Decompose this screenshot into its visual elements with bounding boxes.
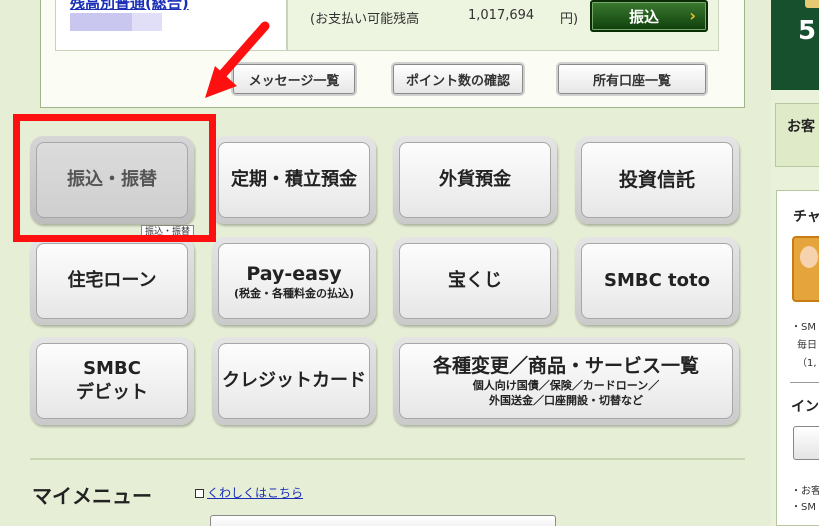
smbc-debit-label-line2: デビット [76, 382, 148, 403]
payeasy-sublabel: (税金・各種料金の払込) [233, 286, 355, 300]
services-list-sub2: 外国送金／口座開設・切替など [489, 394, 643, 407]
time-deposit-label: 定期・積立預金 [218, 142, 370, 218]
payeasy-button[interactable]: Pay-easy (税金・各種料金の払込) [212, 237, 376, 325]
credit-card-label: クレジットカード [218, 343, 370, 419]
mortgage-label: 住宅ローン [36, 243, 188, 319]
time-deposit-button[interactable]: 定期・積立預金 [212, 136, 376, 224]
services-list-button[interactable]: 各種変更／商品・サービス一覧 個人向け国債／保険／カードローン／ 外国送金／口座… [393, 337, 739, 425]
annotation-arrow-icon [205, 21, 270, 98]
investment-trust-button[interactable]: 投資信託 [575, 136, 739, 224]
mymenu-detail-link-text: くわしくはこちら [207, 486, 304, 500]
balance-unit: 円) [560, 12, 579, 27]
sidebar-separator [790, 382, 819, 383]
annotation-highlight-frame [13, 114, 216, 242]
accounts-list-button[interactable]: 所有口座一覧 [558, 64, 706, 94]
sidebar-text-3: （1, [797, 358, 817, 369]
account-panel: 残高別普通(総合) (お支払い可能残高 1,017,694 円) 振込 › メッ… [40, 0, 745, 108]
smbc-toto-button[interactable]: SMBC toto [575, 237, 739, 325]
payeasy-label: Pay-easy [246, 262, 342, 285]
mymenu-title: マイメニュー [32, 484, 152, 508]
sidebar-banner-badge [805, 0, 819, 8]
sidebar-banner-number: 5 [798, 16, 817, 46]
sidebar-text-2: 毎日 [797, 340, 817, 351]
external-link-icon [195, 489, 204, 498]
sidebar-info-button[interactable] [793, 426, 819, 460]
points-button[interactable]: ポイント数の確認 [393, 64, 523, 94]
lottery-label: 宝くじ [399, 243, 551, 319]
foreign-deposit-button[interactable]: 外貨預金 [393, 136, 557, 224]
foreign-deposit-label: 外貨預金 [399, 142, 551, 218]
account-name-link[interactable]: 残高別普通(総合) [70, 0, 189, 13]
transfer-button[interactable]: 振込 › [590, 0, 708, 32]
masked-account-number-tail [132, 13, 162, 31]
services-list-label: 各種変更／商品・サービス一覧 [432, 355, 699, 377]
chat-avatar-face [800, 246, 818, 268]
balance-label: (お支払い可能残高 [310, 12, 420, 27]
mortgage-button[interactable]: 住宅ローン [30, 237, 194, 325]
section-divider [30, 458, 745, 460]
investment-trust-label: 投資信託 [581, 142, 733, 218]
sidebar-chat-title: チャ [793, 209, 819, 225]
services-list-sub1: 個人向け国債／保険／カードローン／ [472, 379, 660, 392]
balance-box: (お支払い可能残高 1,017,694 円) 振込 › [287, 0, 719, 51]
sidebar-text-5: ・SM [791, 502, 816, 513]
transfer-button-label: 振込 [628, 7, 659, 26]
smbc-toto-label: SMBC toto [581, 243, 733, 319]
payeasy-face: Pay-easy (税金・各種料金の払込) [218, 243, 370, 319]
smbc-debit-face: SMBC デビット [36, 343, 188, 419]
services-list-face: 各種変更／商品・サービス一覧 個人向け国債／保険／カードローン／ 外国送金／口座… [399, 343, 733, 419]
balance-value: 1,017,694 [468, 8, 535, 23]
smbc-debit-button[interactable]: SMBC デビット [30, 337, 194, 425]
masked-account-number [70, 13, 132, 31]
mymenu-partial-button[interactable] [210, 515, 556, 526]
smbc-debit-label-line1: SMBC [83, 358, 141, 379]
sidebar-customer-label: お客 [787, 119, 815, 135]
lottery-button[interactable]: 宝くじ [393, 237, 557, 325]
mymenu-detail-link[interactable]: くわしくはこちら [195, 484, 303, 501]
sidebar-text-1: ・SM [791, 322, 816, 333]
sidebar-info-title: イン [791, 399, 819, 415]
chevron-right-icon: › [689, 6, 696, 25]
credit-card-button[interactable]: クレジットカード [212, 337, 376, 425]
sidebar-text-4: ・お客 [791, 486, 819, 497]
